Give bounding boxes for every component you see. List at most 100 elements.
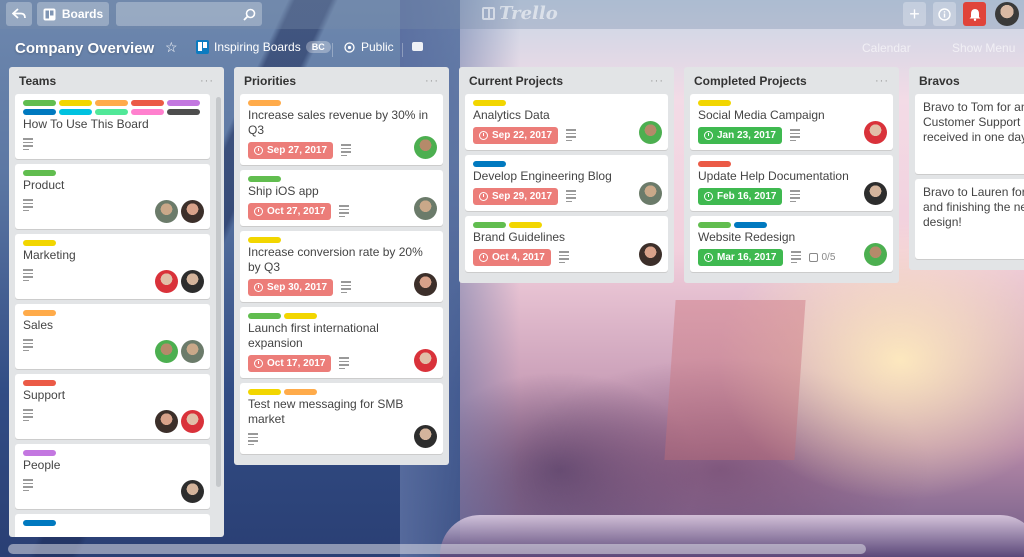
card[interactable]: Increase conversion rate by 20% by Q3 Sep… [240, 231, 443, 302]
label-yellow[interactable] [284, 313, 317, 319]
list-title[interactable]: Completed Projects [694, 74, 807, 88]
due-date-badge[interactable]: Sep 27, 2017 [248, 141, 334, 159]
label-yellow[interactable] [248, 389, 281, 395]
due-date-badge[interactable]: Feb 16, 2017 [698, 187, 783, 205]
label-green[interactable] [23, 170, 56, 176]
card[interactable]: Launch first international expansion Oct … [240, 307, 443, 378]
visibility-button[interactable]: Public [344, 40, 394, 54]
label-blue[interactable] [473, 161, 506, 167]
due-date-badge[interactable]: Sep 22, 2017 [473, 126, 559, 144]
list-menu-icon[interactable]: ··· [875, 75, 889, 87]
card[interactable]: Website Redesign Mar 16, 2017 0/5 [690, 216, 893, 272]
card[interactable]: Test new messaging for SMB market [240, 383, 443, 454]
label-orange[interactable] [95, 100, 128, 106]
card[interactable]: Update Help Documentation Feb 16, 2017 [690, 155, 893, 211]
due-date-badge[interactable]: Oct 4, 2017 [473, 248, 551, 266]
member-avatar[interactable] [639, 182, 662, 205]
list-scrollbar[interactable] [216, 97, 221, 487]
card[interactable]: Marketing [15, 234, 210, 299]
briefcase-icon[interactable] [412, 42, 423, 51]
member-avatar[interactable] [155, 410, 178, 433]
due-date-badge[interactable]: Mar 16, 2017 [698, 248, 783, 266]
label-yellow[interactable] [23, 240, 56, 246]
notifications-button[interactable] [963, 2, 986, 26]
label-red[interactable] [698, 161, 731, 167]
label-green[interactable] [248, 313, 281, 319]
due-date-badge[interactable]: Oct 27, 2017 [248, 202, 332, 220]
member-avatar[interactable] [639, 121, 662, 144]
add-button[interactable]: + [903, 2, 926, 26]
list-title[interactable]: Teams [19, 74, 56, 88]
label-purple[interactable] [167, 100, 200, 106]
back-button[interactable] [6, 2, 32, 26]
member-avatar[interactable] [414, 273, 437, 296]
label-green[interactable] [473, 222, 506, 228]
list-title[interactable]: Current Projects [469, 74, 563, 88]
list-header[interactable]: Priorities ··· [240, 67, 443, 94]
member-avatar[interactable] [155, 200, 178, 223]
label-orange[interactable] [284, 389, 317, 395]
list-header[interactable]: Bravos [915, 67, 1024, 94]
list-menu-icon[interactable]: ··· [200, 75, 214, 87]
card[interactable]: How To Use This Board [15, 94, 210, 159]
member-avatar[interactable] [414, 349, 437, 372]
star-icon[interactable]: ☆ [165, 39, 178, 56]
list-title[interactable]: Bravos [919, 74, 960, 88]
search-input[interactable] [116, 2, 262, 26]
member-avatar[interactable] [639, 243, 662, 266]
label-yellow[interactable] [473, 100, 506, 106]
team-button[interactable]: Inspiring Boards BC [196, 40, 331, 54]
member-avatar[interactable] [414, 425, 437, 448]
member-avatar[interactable] [414, 197, 437, 220]
list-header[interactable]: Completed Projects ··· [690, 67, 893, 94]
label-blue[interactable] [23, 109, 56, 115]
card[interactable]: Product [15, 164, 210, 229]
label-green[interactable] [23, 100, 56, 106]
member-avatar[interactable] [181, 410, 204, 433]
label-yellow[interactable] [59, 100, 92, 106]
list-title[interactable]: Priorities [244, 74, 296, 88]
label-blue[interactable] [734, 222, 767, 228]
member-avatar[interactable] [864, 121, 887, 144]
label-red[interactable] [131, 100, 164, 106]
member-avatar[interactable] [414, 136, 437, 159]
due-date-badge[interactable]: Sep 30, 2017 [248, 278, 334, 296]
list-menu-icon[interactable]: ··· [650, 75, 664, 87]
member-avatar[interactable] [155, 270, 178, 293]
card[interactable]: Ship iOS app Oct 27, 2017 [240, 170, 443, 226]
due-date-badge[interactable]: Sep 29, 2017 [473, 187, 559, 205]
card[interactable]: Sales [15, 304, 210, 369]
list-header[interactable]: Current Projects ··· [465, 67, 668, 94]
member-avatar[interactable] [181, 340, 204, 363]
label-blue[interactable] [23, 520, 56, 526]
member-avatar[interactable] [864, 243, 887, 266]
card[interactable]: Increase sales revenue by 30% in Q3 Sep 2… [240, 94, 443, 165]
label-yellow[interactable] [509, 222, 542, 228]
label-red[interactable] [23, 380, 56, 386]
card[interactable]: Social Media Campaign Jan 23, 2017 [690, 94, 893, 150]
user-avatar[interactable] [995, 2, 1019, 26]
show-menu-button[interactable]: Show Menu [952, 41, 1015, 55]
label-sky[interactable] [59, 109, 92, 115]
label-green[interactable] [698, 222, 731, 228]
label-yellow[interactable] [248, 237, 281, 243]
member-avatar[interactable] [181, 480, 204, 503]
card[interactable] [15, 514, 210, 537]
info-button[interactable] [933, 2, 956, 26]
label-orange[interactable] [248, 100, 281, 106]
label-yellow[interactable] [698, 100, 731, 106]
trello-logo[interactable]: Trello [482, 3, 558, 24]
label-purple[interactable] [23, 450, 56, 456]
label-orange[interactable] [23, 310, 56, 316]
label-black[interactable] [167, 109, 200, 115]
due-date-badge[interactable]: Oct 17, 2017 [248, 354, 332, 372]
label-lime[interactable] [95, 109, 128, 115]
card[interactable]: People [15, 444, 210, 509]
due-date-badge[interactable]: Jan 23, 2017 [698, 126, 782, 144]
member-avatar[interactable] [181, 270, 204, 293]
boards-button[interactable]: Boards [37, 2, 109, 26]
board-title[interactable]: Company Overview [15, 40, 154, 57]
label-pink[interactable] [131, 109, 164, 115]
horizontal-scrollbar[interactable] [8, 544, 866, 554]
list-header[interactable]: Teams ··· [15, 67, 218, 94]
